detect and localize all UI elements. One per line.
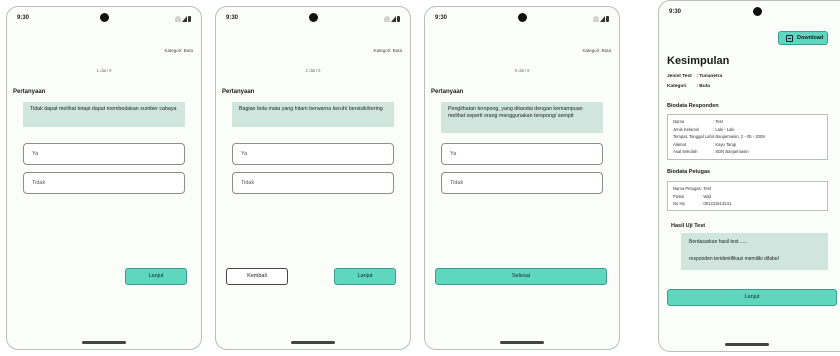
jenis-test-row: Jenist Test : Tunanetra <box>667 74 722 79</box>
responden-row: Alamat: Kayu Tangi <box>673 141 736 147</box>
responden-card: Nama: Test Jenis Kelamin: Laki - Laki Te… <box>667 114 828 160</box>
camera-cutout <box>517 13 527 22</box>
status-bar: 9:30 <box>425 7 619 29</box>
jenis-test-value: : Tunanetra <box>696 74 723 79</box>
home-indicator[interactable] <box>82 341 126 344</box>
kategori-value: : Buta <box>696 84 710 89</box>
download-label: Download <box>797 35 824 41</box>
home-indicator[interactable] <box>725 343 769 346</box>
option-tidak[interactable]: Tidak <box>441 172 603 194</box>
status-time: 9:30 <box>435 15 448 21</box>
hasil-line-1: Berdasarkan hasil test ..... <box>689 239 747 245</box>
petugas-row: Posisi: Wali <box>673 193 712 199</box>
status-time: 9:30 <box>17 15 30 21</box>
status-bar: 9:30 <box>216 7 410 29</box>
hasil-box: Berdasarkan hasil test ..... responden t… <box>681 233 828 270</box>
signal-battery-icon <box>384 16 400 22</box>
petugas-row: No Hp: 081231513131 <box>673 201 732 206</box>
phone-screen-kesimpulan: 9:30 Download Kesimpulan Jenist Test : T… <box>658 0 840 352</box>
status-time: 9:30 <box>669 9 682 15</box>
lanjut-button[interactable]: Lanjut <box>334 268 396 285</box>
responden-title: Biodata Responden <box>667 103 719 109</box>
question-counter: 9 dari 9 <box>514 68 530 73</box>
option-ya[interactable]: Ya <box>232 143 394 165</box>
home-indicator[interactable] <box>500 341 544 344</box>
camera-cutout <box>99 13 109 22</box>
status-bar: 9:30 <box>659 1 840 23</box>
kategori-row: Kategori : Buta <box>667 84 710 89</box>
phone-screen-question-9: 9:30 Kategori: Buta 9 dari 9 Pertanyaan … <box>424 6 620 350</box>
question-text: Penglihatan teropong, yang ditandai deng… <box>441 102 603 133</box>
hasil-title: Hasil Uji Test <box>671 223 706 229</box>
signal-battery-icon <box>175 16 191 22</box>
responden-row: Asal Sekolah: SDN Banjarmasin <box>673 149 749 154</box>
download-icon <box>786 35 793 42</box>
kategori-label: Kategori: Buta <box>164 48 193 53</box>
kategori-key: Kategori <box>667 84 687 89</box>
camera-cutout <box>308 13 318 22</box>
status-time: 9:30 <box>226 15 239 21</box>
petugas-row: Nama Petugas: Test <box>673 186 711 191</box>
question-heading: Pertanyaan <box>13 89 46 95</box>
kategori-label: Kategori: Buta <box>582 48 611 53</box>
question-text: Bagian bola mata yang hitam berwarna ker… <box>232 102 394 127</box>
signal-battery-icon <box>593 16 609 22</box>
responden-row: Nama: Test <box>673 119 723 124</box>
petugas-card: Nama Petugas: Test Posisi: Wali No Hp: 0… <box>667 181 828 211</box>
status-bar: 9:30 <box>7 7 201 29</box>
option-tidak[interactable]: Tidak <box>232 172 394 194</box>
kembali-button[interactable]: Kembali <box>226 268 288 285</box>
phone-screen-question-1: 9:30 Kategori: Buta 1 dari 9 Pertanyaan … <box>6 6 202 350</box>
option-ya[interactable]: Ya <box>441 143 603 165</box>
hasil-line-2: responden teridentifikasi memiliki difab… <box>689 256 779 262</box>
question-counter: 1 dari 9 <box>96 68 112 73</box>
option-ya[interactable]: Ya <box>23 143 185 165</box>
responden-row: Tempat, Tanggal Lahir: Banjarmasin, 2 - … <box>673 134 765 139</box>
responden-row: Jenis Kelamin: Laki - Laki <box>673 126 735 132</box>
phone-screen-question-2: 9:30 Kategori: Buta 2 dari 9 Pertanyaan … <box>215 6 411 350</box>
petugas-title: Biodata Petugas <box>667 169 711 175</box>
question-counter: 2 dari 9 <box>305 68 321 73</box>
camera-cutout <box>752 7 762 16</box>
option-tidak[interactable]: Tidak <box>23 172 185 194</box>
question-heading: Pertanyaan <box>431 89 464 95</box>
home-indicator[interactable] <box>291 341 335 344</box>
kategori-label: Kategori: Buta <box>373 48 402 53</box>
selesai-button[interactable]: Selesai <box>435 268 607 285</box>
download-button[interactable]: Download <box>778 31 828 45</box>
jenis-test-key: Jenist Test <box>667 74 692 79</box>
question-heading: Pertanyaan <box>222 89 255 95</box>
question-text: Tidak dapat melihat tetapi dapat membeda… <box>23 102 185 127</box>
lanjut-button[interactable]: Lanjut <box>125 268 187 285</box>
page-title: Kesimpulan <box>667 55 730 67</box>
lanjut-button[interactable]: Lanjut <box>667 289 837 306</box>
